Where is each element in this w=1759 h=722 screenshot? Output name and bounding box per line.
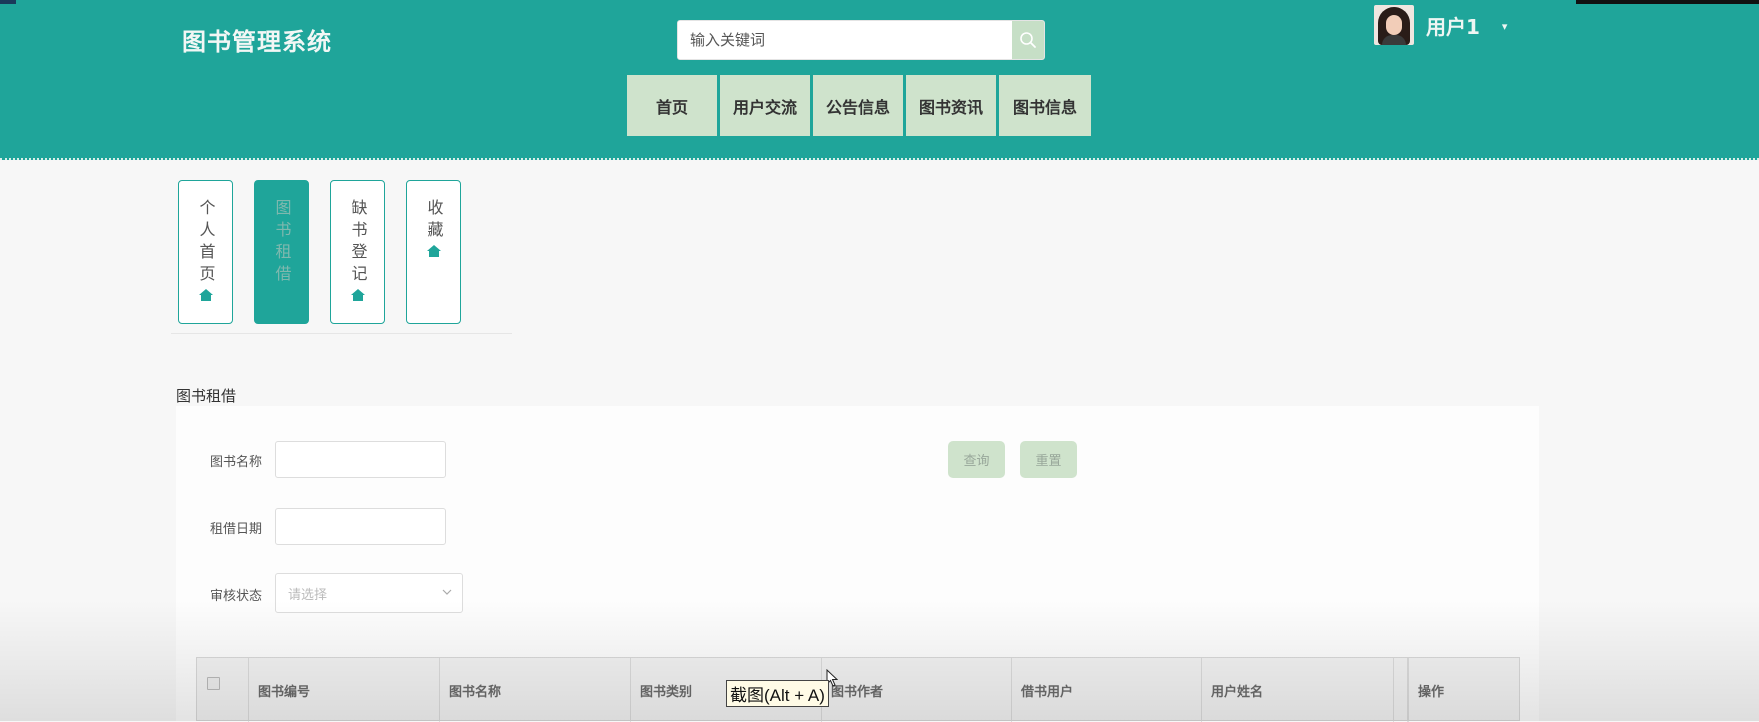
nav-item-book-info[interactable]: 图书信息 [999,75,1091,136]
column-header[interactable]: 用户姓名 [1202,658,1394,722]
tab-book-rental[interactable]: 图书租借 [254,180,309,324]
column-header[interactable]: 图书作者 [822,658,1012,722]
search-icon [1020,32,1036,48]
column-header-actions: 操作 [1408,658,1519,722]
section-title: 图书租借 [176,387,237,405]
home-icon [426,245,441,257]
chevron-down-icon[interactable]: ▾ [1502,20,1508,33]
side-tabs: 个人首页 图书租借 缺书登记 收藏 [178,180,482,324]
avatar[interactable] [1374,5,1414,45]
nav-item-book-news[interactable]: 图书资讯 [906,75,996,136]
screenshot-tooltip: 截图(Alt + A) [726,680,829,707]
search-input[interactable] [678,21,1008,59]
nav-item-notices[interactable]: 公告信息 [813,75,903,136]
user-name[interactable]: 用户1 [1426,11,1480,40]
top-edge-bar [1576,0,1759,4]
select-placeholder: 请选择 [288,587,328,603]
search-button[interactable] [1012,21,1044,59]
site-title: 图书管理系统 [182,28,332,56]
chevron-down-icon [442,589,452,595]
column-header[interactable]: 图书编号 [249,658,440,722]
rental-table: 图书编号 图书名称 图书类别 图书作者 借书用户 用户姓名 操作 [196,657,1520,722]
search-box [677,20,1045,60]
tab-personal-home[interactable]: 个人首页 [178,180,233,324]
nav-item-home[interactable]: 首页 [627,75,717,136]
review-status-label: 审核状态 [210,589,263,604]
rent-date-input[interactable] [275,508,446,545]
select-all-cell [197,658,249,722]
home-icon [350,289,365,301]
main-nav: 首页 用户交流 公告信息 图书资讯 图书信息 [627,75,1091,136]
divider [171,333,512,334]
reset-button[interactable]: 重置 [1020,441,1077,478]
nav-item-user-forum[interactable]: 用户交流 [720,75,810,136]
select-all-checkbox[interactable] [207,677,220,690]
tab-missing-book-register[interactable]: 缺书登记 [330,180,385,324]
tab-label: 个人首页 [196,199,216,287]
header: 图书管理系统 用户1 ▾ 首页 用户交流 公告信息 图书资讯 图书信息 [0,0,1759,160]
review-status-select[interactable]: 请选择 [275,573,463,613]
tab-label: 收藏 [424,199,444,243]
tab-label: 缺书登记 [348,199,368,287]
tab-label: 图书租借 [272,199,292,287]
rent-date-label: 租借日期 [210,522,263,537]
column-header-clipped [1394,658,1408,722]
user-menu[interactable]: 用户1 ▾ [1374,4,1507,46]
home-icon [198,289,213,301]
book-name-input[interactable] [275,441,446,478]
tab-favorites[interactable]: 收藏 [406,180,461,324]
book-name-label: 图书名称 [210,455,263,470]
corner-mark [0,0,16,4]
column-header[interactable]: 借书用户 [1012,658,1202,722]
column-header[interactable]: 图书名称 [440,658,631,722]
query-button[interactable]: 查询 [948,441,1005,478]
